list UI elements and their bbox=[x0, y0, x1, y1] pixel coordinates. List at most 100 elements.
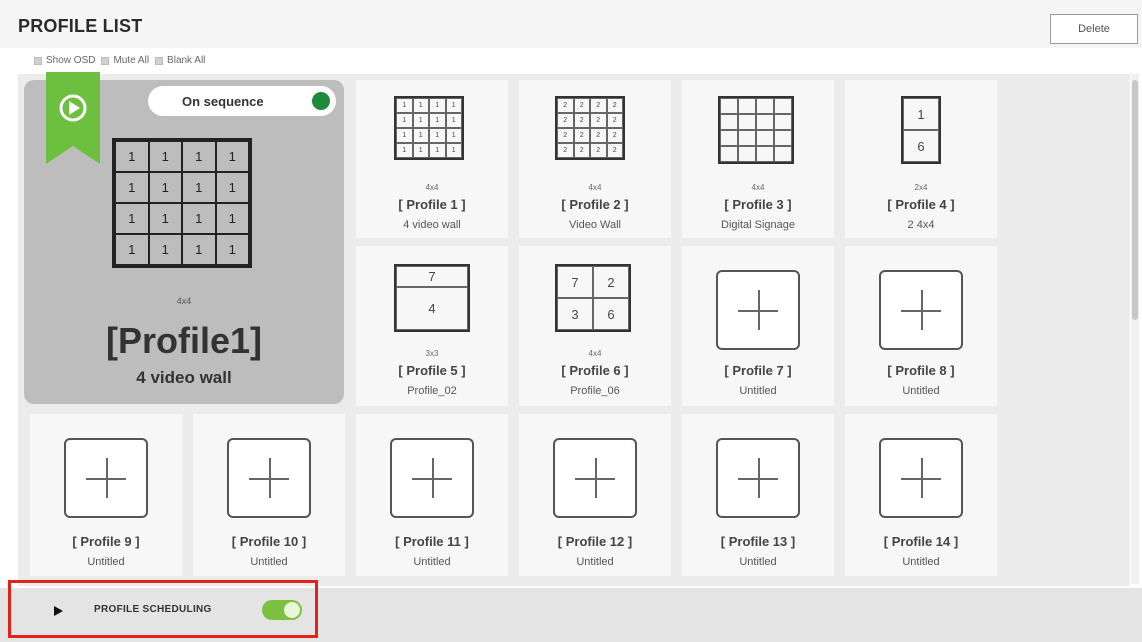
play-ribbon-icon[interactable] bbox=[46, 72, 100, 164]
thumbnail-tile: 2 bbox=[573, 128, 590, 143]
video-wall-tile: 1 bbox=[115, 172, 149, 203]
plus-icon[interactable] bbox=[227, 438, 311, 518]
profile-scheduling-toggle[interactable] bbox=[262, 600, 302, 620]
delete-button[interactable]: Delete bbox=[1050, 14, 1138, 44]
profile-card-2[interactable]: 2222222222222222 4x4 [ Profile 2 ] Video… bbox=[519, 80, 671, 238]
thumbnail-tile: 2 bbox=[573, 113, 590, 128]
profile-14-label: [ Profile 14 ] bbox=[883, 534, 959, 549]
thumbnail-tile: 1 bbox=[429, 143, 446, 158]
thumbnail-tile: 6 bbox=[593, 298, 629, 330]
thumbnail-tile: 1 bbox=[412, 98, 429, 113]
mute-all-option[interactable]: Mute All bbox=[101, 55, 149, 66]
profile-6-dimension: 4x4 bbox=[588, 349, 602, 358]
thumbnail-tile: 1 bbox=[396, 113, 413, 128]
profile-3-label: [ Profile 3 ] bbox=[724, 197, 792, 212]
profile-13-description: Untitled bbox=[739, 556, 777, 568]
video-wall-tile: 1 bbox=[148, 234, 182, 265]
plus-icon[interactable] bbox=[879, 438, 963, 518]
profile-8-label: [ Profile 8 ] bbox=[887, 363, 955, 378]
mute-all-checkbox[interactable] bbox=[101, 56, 110, 65]
profile-1-layout: 1111111111111111 bbox=[394, 96, 464, 160]
thumbnail-tile: 1 bbox=[903, 98, 939, 130]
profile-9-description: Untitled bbox=[87, 556, 125, 568]
profile-card-14[interactable]: [ Profile 14 ] Untitled bbox=[845, 414, 997, 576]
thumbnail-tile: 2 bbox=[557, 113, 574, 128]
profile-8-description: Untitled bbox=[902, 385, 940, 397]
plus-icon[interactable] bbox=[716, 270, 800, 350]
plus-icon[interactable] bbox=[553, 438, 637, 518]
thumbnail-tile: 1 bbox=[429, 113, 446, 128]
profile-card-12[interactable]: [ Profile 12 ] Untitled bbox=[519, 414, 671, 576]
profile-card-13[interactable]: [ Profile 13 ] Untitled bbox=[682, 414, 834, 576]
profile-5-label: [ Profile 5 ] bbox=[398, 363, 466, 378]
plus-icon[interactable] bbox=[879, 270, 963, 350]
profile-5-dimension: 3x3 bbox=[425, 349, 439, 358]
thumbnail-tile: 2 bbox=[606, 113, 623, 128]
profile-2-label: [ Profile 2 ] bbox=[561, 197, 629, 212]
plus-icon[interactable] bbox=[390, 438, 474, 518]
thumbnail-tile: 2 bbox=[590, 128, 607, 143]
profile-2-layout: 2222222222222222 bbox=[555, 96, 625, 160]
profile-card-4[interactable]: 16 2x4 [ Profile 4 ] 2 4x4 bbox=[845, 80, 997, 238]
profile-11-label: [ Profile 11 ] bbox=[395, 534, 469, 549]
play-icon[interactable] bbox=[54, 606, 63, 616]
profile-5-layout: 74 bbox=[394, 264, 470, 332]
sequence-toggle[interactable]: On sequence bbox=[148, 86, 336, 116]
thumbnail-tile: 1 bbox=[445, 113, 462, 128]
thumbnail-tile: 2 bbox=[557, 128, 574, 143]
profile-12-description: Untitled bbox=[576, 556, 614, 568]
thumbnail-tile: 1 bbox=[445, 98, 462, 113]
plus-icon[interactable] bbox=[64, 438, 148, 518]
scrollbar-thumb[interactable] bbox=[1132, 80, 1138, 320]
profile-card-8[interactable]: [ Profile 8 ] Untitled bbox=[845, 246, 997, 406]
profile-11-description: Untitled bbox=[413, 556, 451, 568]
thumbnail-tile: 2 bbox=[606, 98, 623, 113]
show-osd-checkbox[interactable] bbox=[34, 56, 42, 65]
profile-1-dimension: 4x4 bbox=[425, 183, 439, 192]
plus-icon[interactable] bbox=[716, 438, 800, 518]
thumbnail-tile: 4 bbox=[396, 287, 468, 330]
thumbnail-tile: 1 bbox=[445, 128, 462, 143]
profile-3-layout bbox=[718, 96, 794, 164]
thumbnail-tile: 6 bbox=[903, 130, 939, 162]
profile-7-description: Untitled bbox=[739, 385, 777, 397]
thumbnail-tile: 1 bbox=[412, 143, 429, 158]
profile-6-layout: 7236 bbox=[555, 264, 631, 332]
video-wall-tile: 1 bbox=[115, 203, 149, 234]
blank-all-label: Blank All bbox=[167, 55, 206, 66]
profile-card-11[interactable]: [ Profile 11 ] Untitled bbox=[356, 414, 508, 576]
profile-3-description: Digital Signage bbox=[721, 219, 795, 231]
profile-6-description: Profile_06 bbox=[570, 385, 620, 397]
profile-card-10[interactable]: [ Profile 10 ] Untitled bbox=[193, 414, 345, 576]
profile-9-label: [ Profile 9 ] bbox=[72, 534, 140, 549]
thumbnail-tile: 2 bbox=[590, 98, 607, 113]
profile-13-label: [ Profile 13 ] bbox=[720, 534, 796, 549]
thumbnail-tile: 1 bbox=[412, 113, 429, 128]
profile-1-label: [ Profile 1 ] bbox=[398, 197, 466, 212]
active-video-wall-layout: 1111111111111111 bbox=[112, 138, 252, 268]
profile-card-1[interactable]: 1111111111111111 4x4 [ Profile 1 ] 4 vid… bbox=[356, 80, 508, 238]
profile-card-5[interactable]: 74 3x3 [ Profile 5 ] Profile_02 bbox=[356, 246, 508, 406]
profile-14-description: Untitled bbox=[902, 556, 940, 568]
show-osd-label: Show OSD bbox=[46, 55, 96, 66]
profile-card-7[interactable]: [ Profile 7 ] Untitled bbox=[682, 246, 834, 406]
profile-3-dimension: 4x4 bbox=[751, 183, 765, 192]
video-wall-tile: 1 bbox=[148, 141, 182, 172]
blank-all-option[interactable]: Blank All bbox=[155, 55, 205, 66]
thumbnail-tile: 1 bbox=[429, 98, 446, 113]
profile-card-6[interactable]: 7236 4x4 [ Profile 6 ] Profile_06 bbox=[519, 246, 671, 406]
thumbnail-tile: 1 bbox=[396, 143, 413, 158]
profile-6-label: [ Profile 6 ] bbox=[561, 363, 629, 378]
profile-4-description: 2 4x4 bbox=[907, 219, 935, 231]
video-wall-tile: 1 bbox=[115, 141, 149, 172]
video-wall-tile: 1 bbox=[215, 172, 249, 203]
profile-card-9[interactable]: [ Profile 9 ] Untitled bbox=[30, 414, 182, 576]
options-bar: Show OSD Mute All Blank All bbox=[34, 55, 205, 66]
blank-all-checkbox[interactable] bbox=[155, 56, 164, 65]
profile-4-label: [ Profile 4 ] bbox=[887, 197, 955, 212]
thumbnail-tile: 1 bbox=[445, 143, 462, 158]
thumbnail-tile: 1 bbox=[396, 128, 413, 143]
sequence-status-dot bbox=[312, 92, 330, 110]
show-osd-option[interactable]: Show OSD bbox=[34, 55, 95, 66]
profile-card-3[interactable]: 4x4 [ Profile 3 ] Digital Signage bbox=[682, 80, 834, 238]
